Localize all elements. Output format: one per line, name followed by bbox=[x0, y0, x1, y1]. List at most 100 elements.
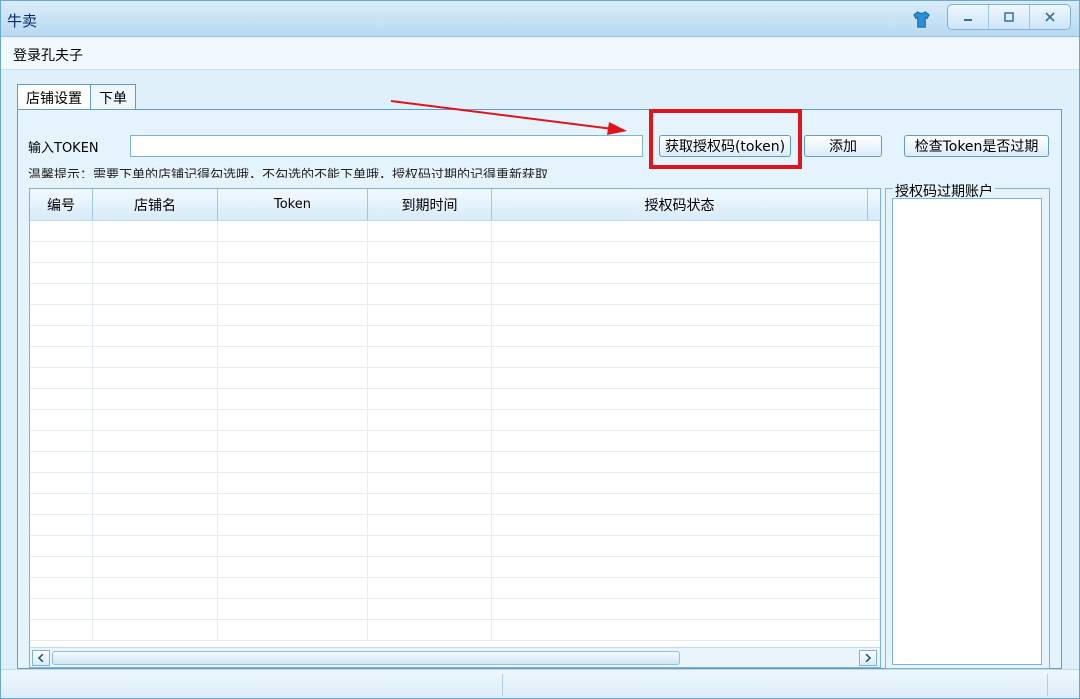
table-cell[interactable] bbox=[492, 494, 880, 515]
table-cell[interactable] bbox=[492, 536, 880, 557]
table-cell[interactable] bbox=[30, 263, 93, 284]
column-header-expiry[interactable]: 到期时间 bbox=[368, 189, 492, 220]
table-cell[interactable] bbox=[93, 389, 218, 410]
table-cell[interactable] bbox=[93, 473, 218, 494]
check-token-button[interactable]: 检查Token是否过期 bbox=[904, 135, 1049, 157]
scroll-thumb[interactable] bbox=[52, 651, 680, 665]
tab-order[interactable]: 下单 bbox=[90, 84, 136, 110]
table-cell[interactable] bbox=[218, 221, 368, 242]
column-header-status[interactable]: 授权码状态 bbox=[492, 189, 868, 220]
maximize-button[interactable] bbox=[989, 5, 1030, 29]
table-cell[interactable] bbox=[93, 536, 218, 557]
minimize-button[interactable] bbox=[948, 5, 989, 29]
table-cell[interactable] bbox=[368, 410, 492, 431]
table-cell[interactable] bbox=[368, 221, 492, 242]
table-cell[interactable] bbox=[492, 305, 880, 326]
table-cell[interactable] bbox=[218, 620, 368, 641]
table-cell[interactable] bbox=[93, 221, 218, 242]
table-cell[interactable] bbox=[93, 368, 218, 389]
expired-accounts-list[interactable] bbox=[892, 198, 1042, 665]
table-cell[interactable] bbox=[30, 494, 93, 515]
table-row[interactable] bbox=[30, 620, 880, 641]
table-cell[interactable] bbox=[30, 326, 93, 347]
table-cell[interactable] bbox=[30, 284, 93, 305]
table-cell[interactable] bbox=[30, 221, 93, 242]
table-row[interactable] bbox=[30, 515, 880, 536]
table-cell[interactable] bbox=[30, 557, 93, 578]
table-cell[interactable] bbox=[368, 515, 492, 536]
column-header-id[interactable]: 编号 bbox=[30, 189, 93, 220]
table-cell[interactable] bbox=[93, 263, 218, 284]
table-row[interactable] bbox=[30, 473, 880, 494]
table-cell[interactable] bbox=[93, 347, 218, 368]
table-cell[interactable] bbox=[93, 305, 218, 326]
table-cell[interactable] bbox=[492, 452, 880, 473]
table-cell[interactable] bbox=[218, 326, 368, 347]
table-row[interactable] bbox=[30, 578, 880, 599]
table-cell[interactable] bbox=[30, 242, 93, 263]
table-cell[interactable] bbox=[30, 536, 93, 557]
table-cell[interactable] bbox=[492, 599, 880, 620]
tab-shop-settings[interactable]: 店铺设置 bbox=[17, 84, 91, 111]
table-cell[interactable] bbox=[368, 368, 492, 389]
table-row[interactable] bbox=[30, 389, 880, 410]
table-row[interactable] bbox=[30, 599, 880, 620]
table-cell[interactable] bbox=[93, 620, 218, 641]
table-cell[interactable] bbox=[93, 242, 218, 263]
table-cell[interactable] bbox=[30, 515, 93, 536]
menu-item-login[interactable]: 登录孔夫子 bbox=[13, 45, 83, 65]
add-button[interactable]: 添加 bbox=[804, 135, 882, 157]
table-cell[interactable] bbox=[492, 389, 880, 410]
table-row[interactable] bbox=[30, 536, 880, 557]
table-cell[interactable] bbox=[368, 242, 492, 263]
table-cell[interactable] bbox=[218, 431, 368, 452]
table-cell[interactable] bbox=[218, 452, 368, 473]
table-row[interactable] bbox=[30, 431, 880, 452]
table-cell[interactable] bbox=[368, 431, 492, 452]
column-header-shop-name[interactable]: 店铺名 bbox=[93, 189, 218, 220]
table-cell[interactable] bbox=[492, 557, 880, 578]
table-cell[interactable] bbox=[30, 368, 93, 389]
table-cell[interactable] bbox=[492, 284, 880, 305]
table-cell[interactable] bbox=[218, 263, 368, 284]
table-row[interactable] bbox=[30, 221, 880, 242]
table-cell[interactable] bbox=[218, 599, 368, 620]
table-cell[interactable] bbox=[492, 347, 880, 368]
scroll-right-button[interactable] bbox=[859, 650, 877, 666]
table-cell[interactable] bbox=[218, 368, 368, 389]
table-cell[interactable] bbox=[492, 620, 880, 641]
table-row[interactable] bbox=[30, 347, 880, 368]
table-cell[interactable] bbox=[30, 599, 93, 620]
table-cell[interactable] bbox=[492, 473, 880, 494]
table-cell[interactable] bbox=[492, 326, 880, 347]
scroll-left-button[interactable] bbox=[32, 650, 50, 666]
table-cell[interactable] bbox=[492, 431, 880, 452]
table-cell[interactable] bbox=[30, 473, 93, 494]
table-row[interactable] bbox=[30, 494, 880, 515]
table-cell[interactable] bbox=[93, 326, 218, 347]
table-cell[interactable] bbox=[218, 242, 368, 263]
table-cell[interactable] bbox=[218, 410, 368, 431]
table-row[interactable] bbox=[30, 263, 880, 284]
table-cell[interactable] bbox=[492, 368, 880, 389]
table-cell[interactable] bbox=[218, 515, 368, 536]
table-row[interactable] bbox=[30, 368, 880, 389]
table-cell[interactable] bbox=[492, 578, 880, 599]
table-cell[interactable] bbox=[30, 578, 93, 599]
table-cell[interactable] bbox=[218, 347, 368, 368]
table-cell[interactable] bbox=[93, 431, 218, 452]
table-cell[interactable] bbox=[492, 242, 880, 263]
table-cell[interactable] bbox=[492, 515, 880, 536]
table-row[interactable] bbox=[30, 242, 880, 263]
table-row[interactable] bbox=[30, 410, 880, 431]
table-cell[interactable] bbox=[368, 536, 492, 557]
table-cell[interactable] bbox=[30, 305, 93, 326]
table-cell[interactable] bbox=[93, 410, 218, 431]
table-cell[interactable] bbox=[218, 494, 368, 515]
table-cell[interactable] bbox=[368, 599, 492, 620]
table-row[interactable] bbox=[30, 284, 880, 305]
table-cell[interactable] bbox=[368, 305, 492, 326]
table-cell[interactable] bbox=[30, 452, 93, 473]
table-cell[interactable] bbox=[93, 452, 218, 473]
table-cell[interactable] bbox=[93, 515, 218, 536]
